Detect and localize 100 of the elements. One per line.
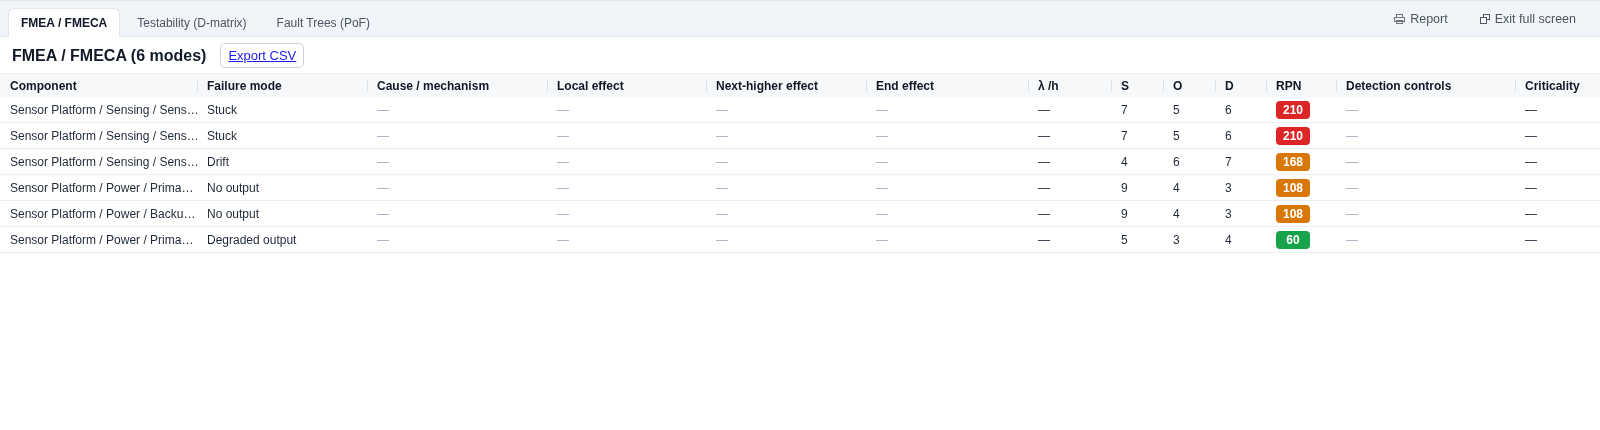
table-cell: 3 xyxy=(1215,174,1266,201)
table-cell: — xyxy=(706,122,866,149)
table-cell: — xyxy=(1028,97,1111,123)
table-cell: Sensor Platform / Sensing / Sens… xyxy=(0,122,197,149)
column-header: O xyxy=(1163,73,1215,97)
table-cell: — xyxy=(1336,97,1515,123)
table-cell: — xyxy=(547,200,706,227)
windows-icon xyxy=(1479,13,1490,24)
table-cell: 4 xyxy=(1163,174,1215,201)
column-header: End effect xyxy=(866,73,1028,97)
rpn-badge: 60 xyxy=(1276,230,1310,249)
exit-full-screen-button[interactable]: Exit full screen xyxy=(1473,9,1582,28)
table-cell: — xyxy=(547,122,706,149)
table-cell: 3 xyxy=(1163,226,1215,253)
table-cell: 9 xyxy=(1111,174,1163,201)
rpn-badge: 168 xyxy=(1276,152,1310,171)
table-cell: — xyxy=(1028,148,1111,175)
table-cell: — xyxy=(1336,174,1515,201)
table-cell: 6 xyxy=(1215,122,1266,149)
table-cell: — xyxy=(1336,148,1515,175)
rpn-badge: 210 xyxy=(1276,126,1310,145)
table-cell: — xyxy=(706,200,866,227)
table-cell: — xyxy=(1515,97,1600,123)
table-cell: — xyxy=(866,148,1028,175)
table-cell: — xyxy=(706,226,866,253)
table-cell: 7 xyxy=(1111,122,1163,149)
column-header: RPN xyxy=(1266,73,1336,97)
table-cell: — xyxy=(1028,226,1111,253)
column-header: Cause / mechanism xyxy=(367,73,547,97)
table-cell: — xyxy=(866,97,1028,123)
printer-icon xyxy=(1394,13,1406,24)
table-cell: Sensor Platform / Power / Backu… xyxy=(0,200,197,227)
table-cell: 4 xyxy=(1215,226,1266,253)
table-cell: 7 xyxy=(1215,148,1266,175)
table-cell: — xyxy=(1028,200,1111,227)
table-cell: — xyxy=(1336,200,1515,227)
table-cell: — xyxy=(367,97,547,123)
table-cell: Sensor Platform / Power / Prima… xyxy=(0,174,197,201)
export-button[interactable]: Export CSV xyxy=(220,43,305,68)
table-cell: — xyxy=(866,200,1028,227)
table-cell: 3 xyxy=(1215,200,1266,227)
table-cell: — xyxy=(367,200,547,227)
section-title: FMEA / FMECA (6 modes) xyxy=(12,46,207,65)
table-cell: 7 xyxy=(1111,97,1163,123)
table-cell: — xyxy=(1515,174,1600,201)
table-cell: — xyxy=(706,174,866,201)
table-cell: — xyxy=(367,122,547,149)
table-cell: Sensor Platform / Power / Prima… xyxy=(0,226,197,253)
table-cell: — xyxy=(547,148,706,175)
table-cell: — xyxy=(1336,226,1515,253)
column-header: Detection controls xyxy=(1336,73,1515,97)
table-cell: — xyxy=(1028,122,1111,149)
table-cell: No output xyxy=(197,174,367,201)
column-header: Component xyxy=(0,73,197,97)
table-cell: No output xyxy=(197,200,367,227)
rpn-badge: 108 xyxy=(1276,178,1310,197)
table-cell: — xyxy=(547,174,706,201)
tab[interactable]: FMEA / FMECA xyxy=(8,8,121,37)
table-cell: — xyxy=(367,174,547,201)
table-cell: 6 xyxy=(1215,97,1266,123)
table-cell: 4 xyxy=(1111,148,1163,175)
table-cell: — xyxy=(866,174,1028,201)
table-cell: 9 xyxy=(1111,200,1163,227)
column-header: D xyxy=(1215,73,1266,97)
table-cell: 4 xyxy=(1163,200,1215,227)
table-cell: — xyxy=(706,148,866,175)
table-cell: — xyxy=(1515,122,1600,149)
table-cell: Drift xyxy=(197,148,367,175)
table-cell: Sensor Platform / Sensing / Sens… xyxy=(0,97,197,123)
table-cell: Sensor Platform / Sensing / Sens… xyxy=(0,148,197,175)
tab[interactable]: Fault Trees (PoF) xyxy=(263,8,383,37)
table-cell: — xyxy=(1336,122,1515,149)
table-cell: — xyxy=(547,226,706,253)
table-cell: — xyxy=(1515,148,1600,175)
table-cell: — xyxy=(367,226,547,253)
table-cell: 5 xyxy=(1163,97,1215,123)
table-cell: — xyxy=(367,148,547,175)
table-cell: — xyxy=(1515,226,1600,253)
table-cell: — xyxy=(1515,200,1600,227)
table-cell: Stuck xyxy=(197,97,367,123)
table-cell: — xyxy=(866,226,1028,253)
column-header: Failure mode xyxy=(197,73,367,97)
table-cell: 5 xyxy=(1111,226,1163,253)
table-cell: 6 xyxy=(1163,148,1215,175)
column-header: Local effect xyxy=(547,73,706,97)
column-header: S xyxy=(1111,73,1163,97)
column-header: Next-higher effect xyxy=(706,73,866,97)
table-cell: — xyxy=(866,122,1028,149)
table-cell: Stuck xyxy=(197,122,367,149)
report-button[interactable]: Report xyxy=(1388,9,1454,28)
rpn-badge: 210 xyxy=(1276,100,1310,119)
table-cell: Degraded output xyxy=(197,226,367,253)
column-header: λ /h xyxy=(1028,73,1111,97)
table-cell: — xyxy=(547,97,706,123)
rpn-badge: 108 xyxy=(1276,204,1310,223)
column-header: Criticality xyxy=(1515,73,1600,97)
tab[interactable]: Testability (D-matrix) xyxy=(124,8,260,37)
table-cell: 5 xyxy=(1163,122,1215,149)
table-cell: — xyxy=(706,97,866,123)
table-cell: — xyxy=(1028,174,1111,201)
